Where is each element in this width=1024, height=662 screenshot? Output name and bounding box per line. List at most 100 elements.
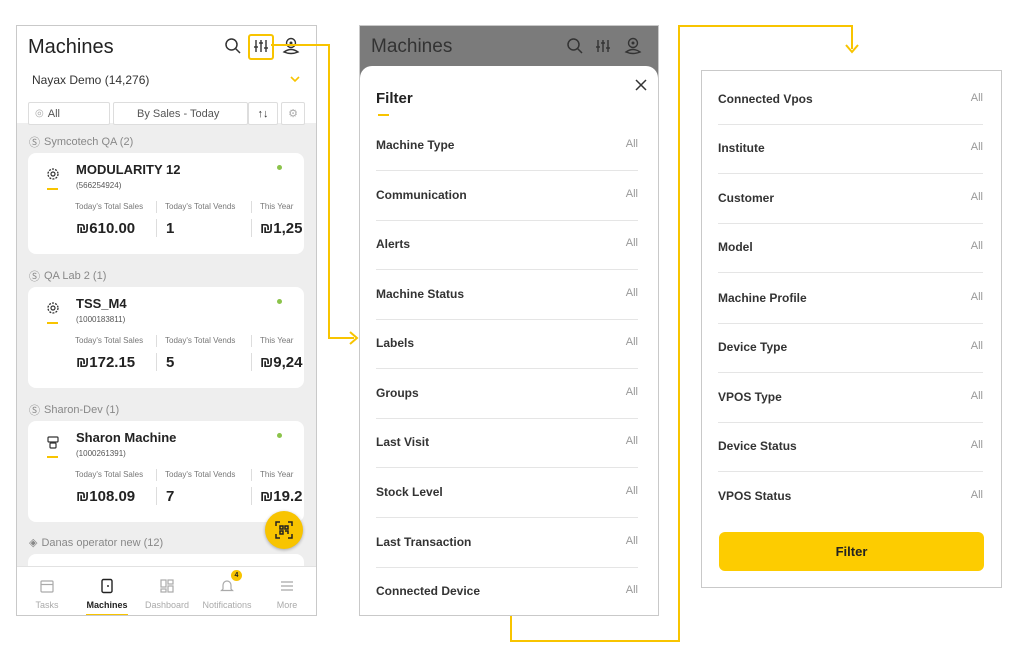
filter-row-connected-vpos[interactable]: Connected Vpos All (718, 75, 983, 125)
machine-id: (1000261391) (76, 449, 126, 458)
group-name: QA Lab 2 (1) (44, 270, 107, 282)
divider (251, 487, 252, 505)
icon-underline (47, 322, 58, 324)
sort-direction-button[interactable]: ↑↓ (248, 102, 278, 125)
close-icon[interactable] (634, 78, 648, 92)
filter-value: All (625, 336, 638, 348)
tab-notifications[interactable]: 4 Notifications (197, 567, 257, 615)
view-filter-dropdown[interactable]: ◎ All (28, 102, 110, 125)
filter-row-machine-type[interactable]: Machine Type All (376, 121, 638, 171)
filter-value: All (625, 435, 638, 447)
filter-row-vpos-status[interactable]: VPOS Status All (718, 472, 983, 522)
divider (156, 469, 157, 481)
stat-value: ₪1,25 (260, 220, 303, 237)
group-header[interactable]: ◈ Danas operator new (12) (29, 536, 163, 550)
filter-row-stock-level[interactable]: Stock Level All (376, 468, 638, 518)
active-tab-indicator (86, 614, 128, 615)
view-settings-button[interactable]: ⚙ (281, 102, 305, 125)
filter-label: VPOS Type (718, 390, 782, 404)
filter-label: Device Status (718, 439, 797, 453)
page-title: Machines (371, 36, 453, 57)
filter-row-vpos-type[interactable]: VPOS Type All (718, 373, 983, 423)
filter-label: Institute (718, 141, 765, 155)
filter-row-labels[interactable]: Labels All (376, 319, 638, 369)
online-status-dot (277, 165, 282, 170)
machines-screen: Machines Nayax Demo (14,276) ◎ All By Sa… (16, 25, 317, 616)
filter-row-device-type[interactable]: Device Type All (718, 323, 983, 373)
filter-value: All (625, 535, 638, 547)
location-pin-icon[interactable] (280, 35, 302, 57)
stat-value: 1 (166, 220, 175, 237)
filter-continued-screen: Connected Vpos All Institute All Customer A… (701, 70, 1002, 588)
filter-label: Communication (376, 188, 467, 202)
filter-row-institute[interactable]: Institute All (718, 124, 983, 174)
filter-row-machine-profile[interactable]: Machine Profile All (718, 274, 983, 324)
page-title: Machines (28, 36, 114, 58)
gear-icon (45, 166, 61, 182)
search-icon[interactable] (222, 35, 244, 57)
stat-label: Today's Total Sales (75, 202, 144, 211)
filter-value: All (970, 141, 983, 153)
machine-card[interactable]: TSS_M4 (1000183811) Today's Total Sales … (28, 287, 304, 388)
tab-label: More (276, 600, 298, 610)
filter-value: All (970, 390, 983, 402)
machine-id: (1000183811) (76, 315, 126, 324)
tab-machines[interactable]: Machines (77, 567, 137, 615)
filter-row-connected-device[interactable]: Connected Device All (376, 567, 638, 615)
apply-filter-button[interactable]: Filter (719, 532, 984, 571)
search-icon (564, 35, 586, 57)
filter-row-last-transaction[interactable]: Last Transaction All (376, 518, 638, 568)
filter-row-groups[interactable]: Groups All (376, 369, 638, 419)
group-icon: Ⓢ (29, 405, 40, 417)
filter-row-machine-status[interactable]: Machine Status All (376, 270, 638, 320)
stat-label: This Year (260, 336, 294, 345)
tab-label: Machines (86, 600, 128, 610)
filter-label: Labels (376, 336, 415, 350)
eye-icon: ◎ (35, 108, 44, 119)
filter-label: Customer (718, 191, 775, 205)
filter-row-device-status[interactable]: Device Status All (718, 422, 983, 472)
filter-row-alerts[interactable]: Alerts All (376, 220, 638, 270)
icon-underline (47, 456, 58, 458)
stat-label: Today's Total Vends (165, 336, 236, 345)
divider (156, 353, 157, 371)
filter-row-model[interactable]: Model All (718, 223, 983, 273)
chevron-down-icon[interactable] (289, 72, 301, 84)
divider (156, 335, 157, 347)
machine-name: TSS_M4 (76, 296, 127, 311)
stat-label: This Year (260, 202, 294, 211)
filter-label: VPOS Status (718, 489, 792, 503)
tab-label: Dashboard (144, 600, 190, 610)
tab-more[interactable]: More (257, 567, 316, 615)
filter-row-communication[interactable]: Communication All (376, 171, 638, 221)
filter-row-customer[interactable]: Customer All (718, 174, 983, 224)
notification-badge: 4 (231, 570, 242, 581)
group-header[interactable]: Ⓢ QA Lab 2 (1) (29, 268, 106, 284)
group-header[interactable]: Ⓢ Sharon-Dev (1) (29, 402, 119, 418)
coffee-machine-icon (45, 434, 61, 450)
stat-value: ₪19.2 (260, 488, 303, 505)
divider (156, 487, 157, 505)
filter-label: Groups (376, 386, 419, 400)
filter-row-last-visit[interactable]: Last Visit All (376, 418, 638, 468)
machine-card[interactable]: MODULARITY 12 (566254924) Today's Total … (28, 153, 304, 254)
tab-tasks[interactable]: Tasks (17, 567, 77, 615)
tab-dashboard[interactable]: Dashboard (137, 567, 197, 615)
location-pin-icon (622, 35, 644, 57)
bell-icon (219, 578, 235, 594)
stat-value: 5 (166, 354, 175, 371)
arrow-right-icon (349, 331, 359, 345)
group-name: Symcotech QA (2) (44, 136, 134, 148)
filter-label: Last Transaction (376, 535, 472, 549)
online-status-dot (277, 299, 282, 304)
group-header[interactable]: Ⓢ Symcotech QA (2) (29, 134, 133, 150)
account-selector[interactable]: Nayax Demo (14,276) (32, 73, 149, 87)
machine-icon (99, 578, 115, 594)
machine-card[interactable]: Sharon Machine (1000261391) Today's Tota… (28, 421, 304, 522)
sort-dropdown[interactable]: By Sales - Today (113, 102, 248, 125)
qr-scan-button[interactable] (265, 511, 303, 549)
filter-value: All (970, 92, 983, 104)
filter-label: Connected Device (376, 584, 481, 598)
filter-label: Machine Type (376, 138, 455, 152)
layers-icon: ◈ (29, 537, 38, 549)
